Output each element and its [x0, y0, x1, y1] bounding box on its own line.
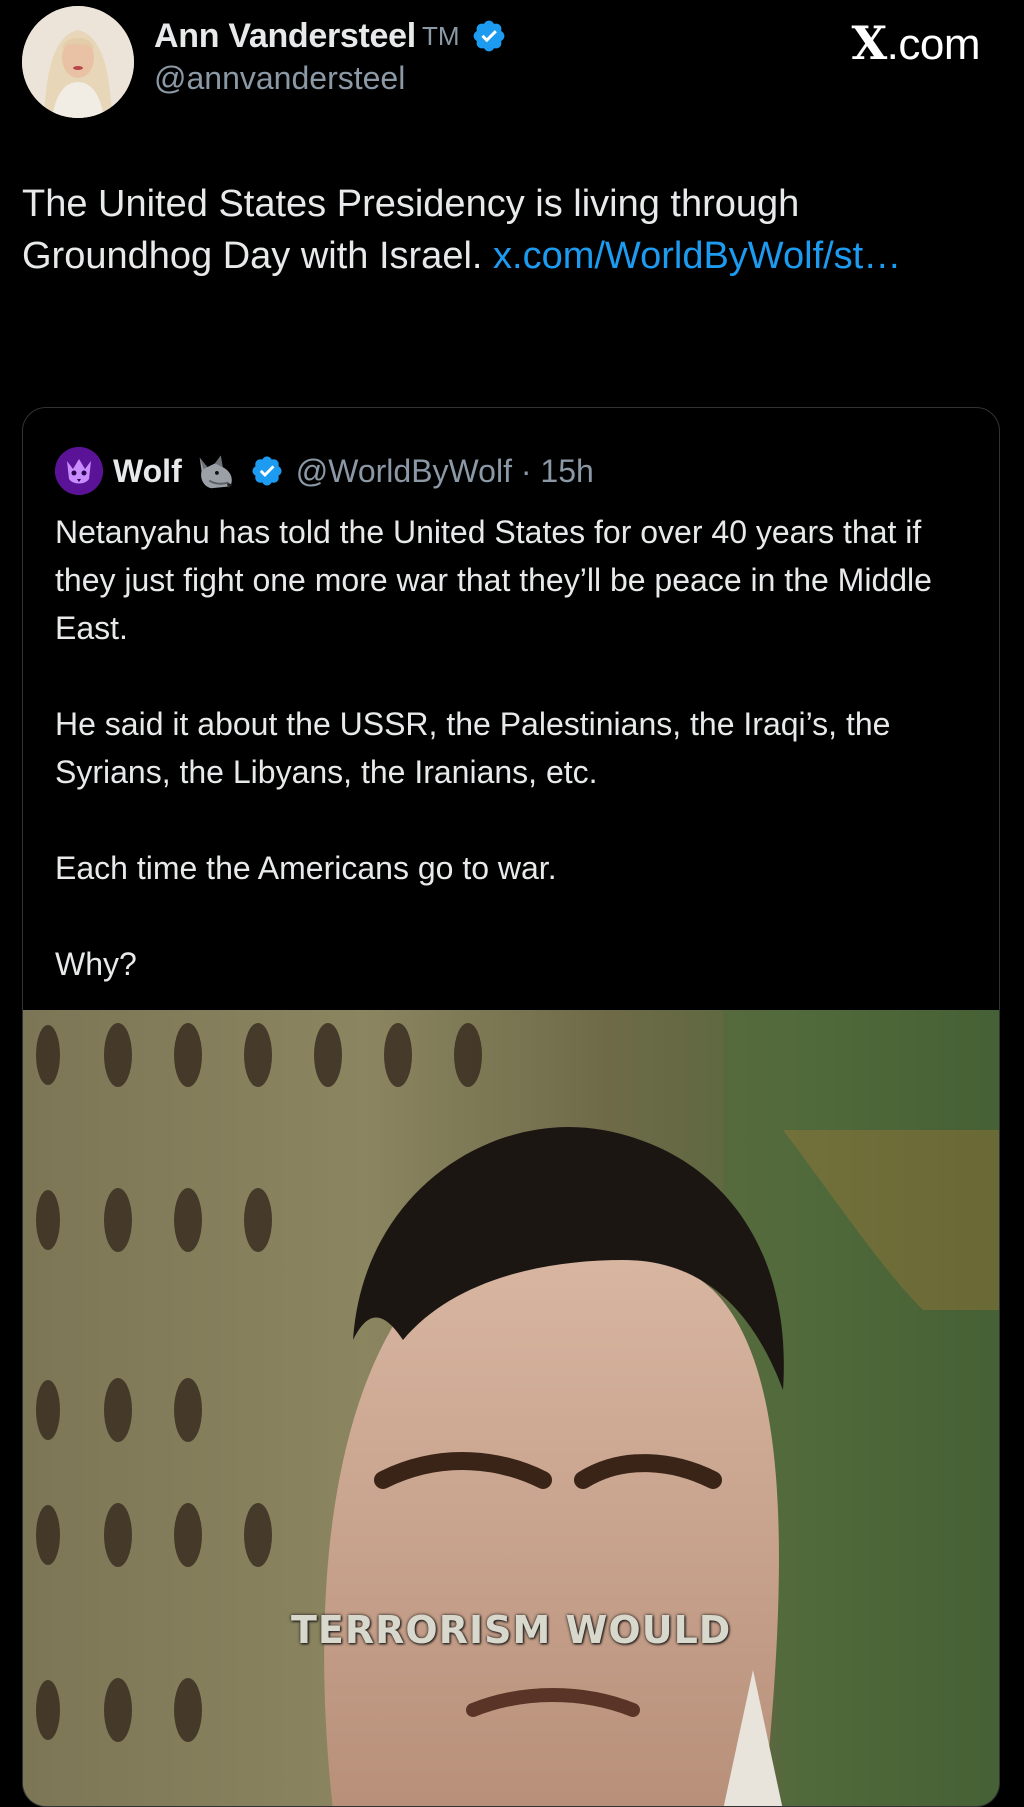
post-text: The United States Presidency is living t…: [22, 178, 982, 282]
quoted-post-time[interactable]: 15h: [540, 453, 593, 489]
quoted-post-header: Wolf @WorldByWolf · 15h: [55, 444, 594, 498]
verified-badge-icon: [474, 20, 505, 52]
site-logo-text: .com: [886, 20, 981, 69]
quoted-author-handle[interactable]: @WorldByWolf · 15h: [296, 453, 594, 490]
quoted-post-card[interactable]: Wolf @WorldByWolf · 15h Netanyahu has to…: [22, 407, 1000, 1807]
site-logo: X.com: [851, 16, 980, 70]
meta-separator: ·: [511, 452, 541, 489]
video-caption: TERRORISM WOULD: [291, 1608, 732, 1652]
quoted-paragraph: Why?: [55, 946, 137, 982]
quoted-handle-text[interactable]: @WorldByWolf: [296, 453, 512, 489]
x-logo-icon: X: [851, 16, 887, 70]
quoted-post-text: Netanyahu has told the United States for…: [55, 508, 965, 1036]
wolf-emoji-icon: [199, 455, 232, 489]
quoted-paragraph: He said it about the USSR, the Palestini…: [55, 706, 891, 790]
post-link[interactable]: x.com/WorldByWolf/st…: [493, 235, 901, 277]
author-name[interactable]: Ann Vandersteel: [154, 17, 416, 56]
quoted-author-name[interactable]: Wolf: [113, 453, 182, 490]
trademark-label: TM: [421, 20, 460, 51]
quoted-author-avatar[interactable]: [55, 447, 103, 495]
quoted-verified-badge-icon: [252, 456, 282, 486]
quoted-video-thumbnail[interactable]: TERRORISM WOULD: [23, 1010, 999, 1806]
quoted-paragraph: Netanyahu has told the United States for…: [55, 514, 932, 646]
quoted-paragraph: Each time the Americans go to war.: [55, 850, 557, 886]
author-avatar[interactable]: [22, 6, 134, 118]
author-handle[interactable]: @annvandersteel: [154, 60, 507, 97]
video-frame-illustration: [23, 1010, 999, 1806]
post-header: Ann Vandersteel TM @annvandersteel X.com: [22, 6, 1002, 118]
